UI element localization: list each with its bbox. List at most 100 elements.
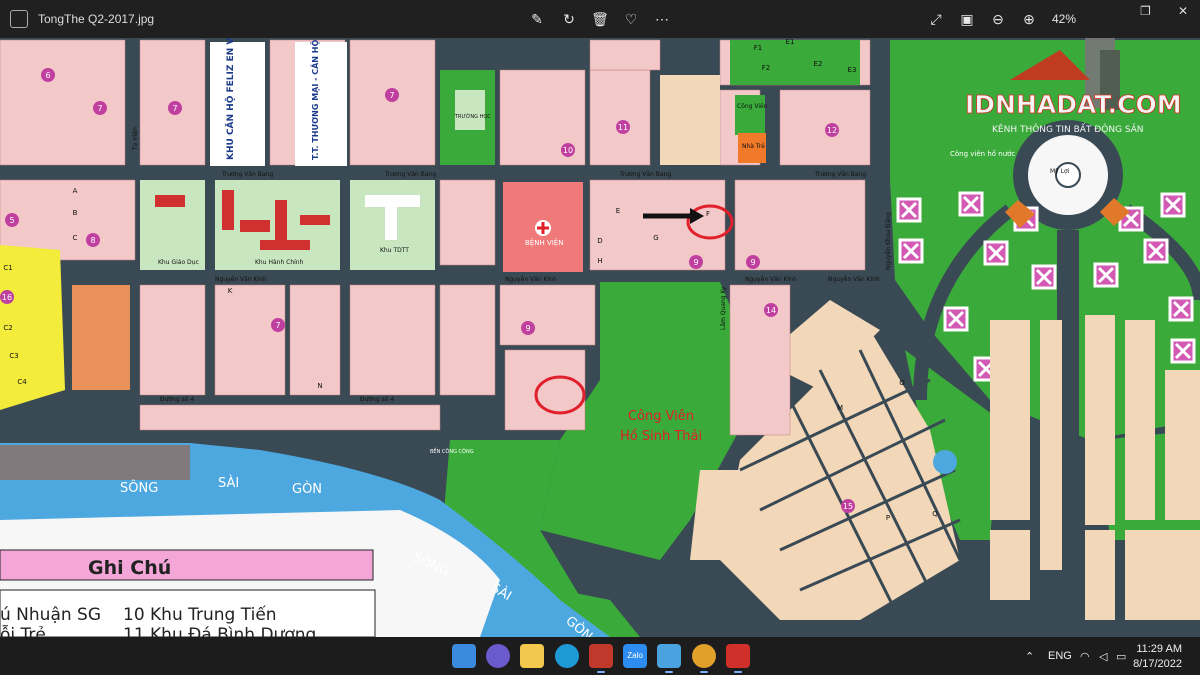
clock-date: 8/17/2022 (1133, 658, 1182, 670)
lot-letter: B (73, 209, 78, 217)
legend-title: Ghi Chú (88, 557, 171, 579)
dock-label: BẾN CÔNG CỘNG (430, 447, 474, 455)
block-label: TRƯỜNG HỌC (454, 113, 491, 120)
block-label: BỆNH VIỆN (525, 238, 563, 247)
block-label: KHU CĂN HỘ FELIZ EN VISTA (224, 38, 236, 160)
lot-letter: C (73, 234, 78, 242)
running-indicator (665, 671, 673, 673)
lot-letter: E (616, 207, 620, 215)
lot-letter: D (597, 237, 602, 245)
lot-letter: E2 (814, 60, 823, 68)
legend-item: 11 Khu Đá Bình Dương (123, 625, 316, 637)
lot-letter: C3 (9, 352, 18, 360)
zone-number: 14 (766, 306, 776, 315)
chevron-up-icon[interactable]: ⌃ (1025, 650, 1034, 663)
wps-icon[interactable] (726, 644, 750, 668)
zone-number: 11 (618, 123, 628, 132)
battery-icon[interactable]: ▭ (1116, 650, 1126, 663)
lot-letter: Q (932, 510, 938, 518)
street-label: Nguyễn Khoa Đăng (885, 212, 892, 270)
running-indicator (700, 671, 708, 673)
lot-letter: H (597, 257, 602, 265)
zone-number: 9 (693, 258, 698, 267)
image-viewport[interactable]: IDNHADAT.COM KÊNH THÔNG TIN BẤT ĐỘNG SẢN… (0, 38, 1200, 637)
zone-number: 10 (563, 146, 573, 155)
zone-number: 9 (525, 324, 530, 333)
lot-letter: C4 (17, 378, 27, 386)
zone-number: 7 (275, 321, 280, 330)
zone-number: 7 (97, 104, 102, 113)
language-indicator[interactable]: ENG (1048, 650, 1072, 662)
street-label: Nguyễn Văn Kính (745, 276, 797, 283)
clock-time: 11:29 AM (1136, 643, 1182, 655)
legend-title-bar (0, 549, 374, 581)
street-label: Mỹ Lợi (1050, 168, 1070, 175)
fullscreen-icon[interactable]: ⤢ (926, 9, 946, 29)
park-label: Hồ Sinh Thái (620, 429, 702, 444)
lot-letter: F (706, 210, 710, 218)
restore-window-button[interactable]: ❐ (1140, 4, 1151, 18)
block-label: Khu Giáo Dục (158, 259, 199, 266)
street-label: Trương Văn Bang (619, 171, 671, 178)
windows-start-icon[interactable] (452, 644, 476, 668)
photos-icon[interactable] (657, 644, 681, 668)
window-title: TongThe Q2-2017.jpg (38, 12, 155, 26)
trash-icon[interactable]: 🗑 (590, 9, 610, 29)
lot-letter: M (837, 404, 843, 412)
system-clock[interactable]: 11:29 AM 8/17/2022 (1133, 642, 1182, 672)
zone-number: 15 (843, 502, 853, 511)
street-label: Nguyễn Văn Kính (828, 276, 880, 283)
zone-number: 7 (172, 104, 177, 113)
block-label: Nhà Trẻ (742, 143, 765, 150)
wifi-icon[interactable]: ◠ (1080, 650, 1090, 663)
more-icon[interactable]: ⋯ (652, 9, 672, 29)
zoom-out-icon[interactable]: ⊖ (988, 9, 1008, 29)
running-indicator (597, 671, 605, 673)
lot-letter: A (73, 187, 78, 195)
lot-letter: E3 (848, 66, 857, 74)
lot-letter: C2 (3, 324, 12, 332)
lot-letter: E1 (786, 38, 795, 46)
volume-icon[interactable]: ◁ (1099, 650, 1107, 663)
zoom-level: 42% (1052, 12, 1077, 26)
zone-number: 8 (90, 236, 95, 245)
watermark-brand: IDNHADAT.COM (965, 90, 1182, 119)
street-label: Đường số 4 (160, 396, 194, 403)
zone-number: 5 (9, 216, 14, 225)
zoom-in-icon[interactable]: ⊕ (1019, 9, 1039, 29)
zalo-icon[interactable]: Zalo (623, 644, 647, 668)
zone-number: 9 (750, 258, 755, 267)
close-window-button[interactable]: ✕ (1178, 4, 1188, 18)
teams-chat-icon[interactable] (486, 644, 510, 668)
park-label: Công viên hồ nước (950, 150, 1015, 158)
file-explorer-icon[interactable] (520, 644, 544, 668)
river-label: SÀI (218, 475, 239, 491)
zone-number: 16 (2, 293, 12, 302)
rotate-icon[interactable]: ↻ (559, 9, 579, 29)
river-label: GÒN (292, 481, 322, 497)
street-label: Nguyễn Văn Kính (505, 276, 557, 283)
edit-image-icon[interactable]: ✎ (527, 9, 547, 29)
legend-item: ỗi Trẻ (0, 624, 46, 637)
edge-icon[interactable] (555, 644, 579, 668)
block-label: Khu Hành Chính (255, 259, 304, 266)
chrome-icon[interactable] (692, 644, 716, 668)
lot-letter: K (228, 287, 233, 295)
street-label: Lâm Quang Ky (720, 286, 727, 330)
lot-letter: G (653, 234, 658, 242)
running-indicator (734, 671, 742, 673)
block-label: Công Viên (737, 103, 768, 110)
fit-window-icon[interactable]: ▣ (957, 9, 977, 29)
photos-app-icon (10, 10, 28, 28)
lot-letter: N (317, 382, 322, 390)
zone-number: 7 (389, 91, 394, 100)
lot-letter: F1 (754, 44, 762, 52)
taskbar: Zalo ⌃ ENG ◠ ◁ ▭ 11:29 AM 8/17/2022 (0, 637, 1200, 675)
legend-item: 10 Khu Trung Tiến (123, 604, 277, 625)
planning-map: IDNHADAT.COM KÊNH THÔNG TIN BẤT ĐỘNG SẢN… (0, 38, 1200, 637)
street-label: Trương Văn Bang (814, 171, 866, 178)
block-label: T.T. THƯƠNG MẠI - CĂN HỘ VISTA VERDE (309, 38, 320, 160)
heart-icon[interactable]: ♡ (621, 9, 641, 29)
zone-number: 6 (45, 71, 50, 80)
acrobat-icon[interactable] (589, 644, 613, 668)
